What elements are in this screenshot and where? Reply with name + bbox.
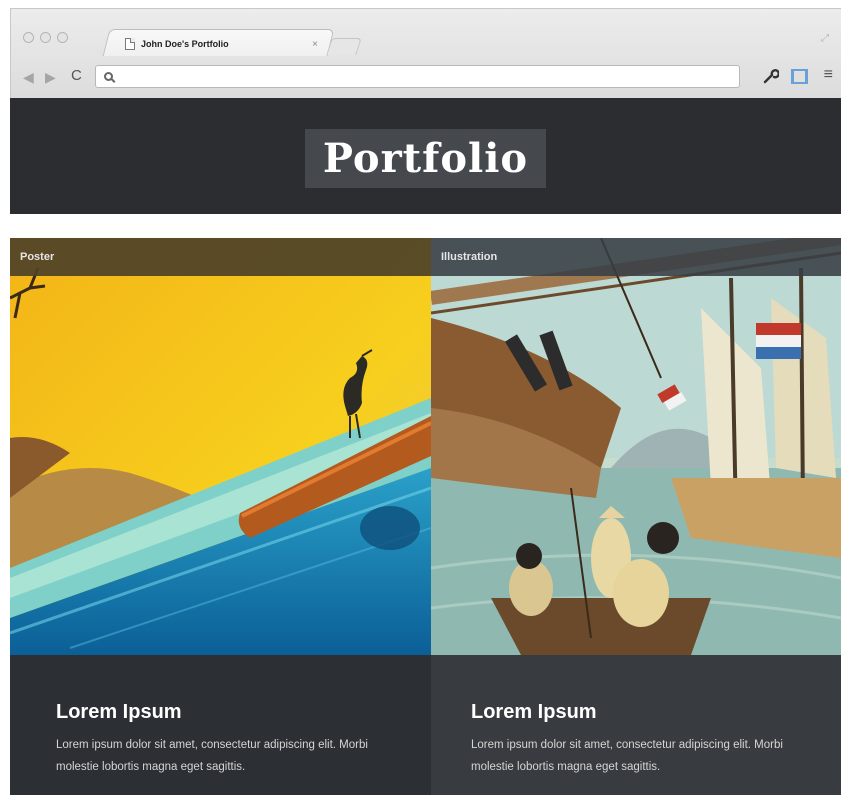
reload-icon[interactable]: C — [71, 67, 82, 84]
card-body: Lorem Ipsum Lorem ipsum dolor sit amet, … — [431, 655, 841, 795]
card-description: Lorem ipsum dolor sit amet, consectetur … — [471, 739, 783, 773]
tab-close-icon[interactable]: × — [312, 39, 318, 50]
logo[interactable]: Portfolio — [304, 128, 547, 188]
card-body: Lorem Ipsum Lorem ipsum dolor sit amet, … — [10, 655, 431, 795]
zoom-window-button[interactable] — [57, 32, 68, 43]
address-bar[interactable] — [95, 65, 740, 88]
poster-image[interactable]: Poster — [10, 238, 431, 655]
document-icon — [125, 38, 135, 50]
card-title[interactable]: Lorem Ipsum — [471, 701, 841, 724]
search-icon — [104, 72, 113, 81]
card-category-label: Illustration — [441, 251, 498, 263]
site-header: Portfolio — [10, 98, 841, 214]
portfolio-card-illustration[interactable]: Illustration Lorem Ipsum Lorem ipsum dol… — [431, 238, 841, 795]
wrench-icon[interactable] — [763, 68, 780, 88]
new-tab-button[interactable] — [326, 38, 362, 55]
minimize-window-button[interactable] — [40, 32, 51, 43]
portfolio-grid: Poster Lorem Ipsum Lorem ipsum dolor sit… — [10, 238, 841, 795]
fullscreen-icon[interactable]: ⤢ — [821, 33, 829, 44]
card-category-bar: Poster — [10, 238, 431, 276]
close-window-button[interactable] — [23, 32, 34, 43]
card-title[interactable]: Lorem Ipsum — [56, 701, 431, 724]
back-arrow-icon[interactable]: ◀ — [23, 69, 34, 86]
card-description: Lorem ipsum dolor sit amet, consectetur … — [56, 739, 368, 773]
extension-icon[interactable] — [791, 69, 808, 84]
card-category-bar: Illustration — [431, 238, 841, 276]
browser-tab-content[interactable]: John Doe's Portfolio × — [111, 33, 326, 55]
menu-icon[interactable]: ≡ — [824, 66, 833, 84]
portfolio-card-poster[interactable]: Poster Lorem Ipsum Lorem ipsum dolor sit… — [10, 238, 431, 795]
logo-text: Portfolio — [322, 134, 529, 182]
window-controls — [23, 32, 68, 43]
page: Portfolio Poster Lorem Ipsum Lorem ipsum… — [10, 98, 841, 795]
illustration-image[interactable]: Illustration — [431, 238, 841, 655]
tab-title: John Doe's Portfolio — [141, 39, 229, 49]
browser-chrome: John Doe's Portfolio × ⤢ ◀ ▶ C ≡ — [10, 8, 841, 98]
card-category-label: Poster — [20, 251, 55, 263]
forward-arrow-icon[interactable]: ▶ — [45, 69, 56, 86]
browser-toolbar: ◀ ▶ C ≡ — [11, 59, 841, 97]
